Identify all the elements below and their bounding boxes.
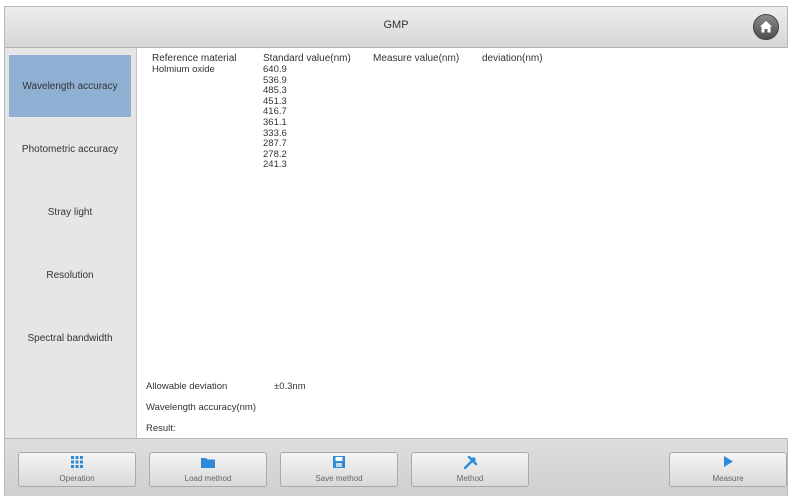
sidebar-item-resolution[interactable]: Resolution <box>9 244 131 306</box>
measure-button[interactable]: Measure <box>669 452 787 487</box>
home-icon <box>760 21 772 33</box>
standard-value-cell: 361.1 <box>263 117 287 128</box>
save-method-button-label: Save method <box>315 474 363 483</box>
wavelength-accuracy-label: Wavelength accuracy(nm) <box>146 402 256 413</box>
page-title: GMP <box>383 19 409 31</box>
allowable-deviation-value: ±0.3nm <box>274 381 306 392</box>
sidebar-item-label: Spectral bandwidth <box>27 332 113 344</box>
sidebar-item-wavelength-accuracy[interactable]: Wavelength accuracy <box>9 55 131 117</box>
sidebar-item-stray-light[interactable]: Stray light <box>9 181 131 243</box>
results-panel: Reference material Standard value(nm) Me… <box>136 48 788 438</box>
title-bar: GMP <box>5 7 787 48</box>
save-icon <box>281 456 397 471</box>
column-header-standard-value: Standard value(nm) <box>263 53 351 64</box>
load-method-button[interactable]: Load method <box>149 452 267 487</box>
column-header-reference-material: Reference material <box>152 53 237 64</box>
sidebar-item-label: Wavelength accuracy <box>22 80 118 92</box>
measure-button-label: Measure <box>712 474 744 483</box>
standard-value-cell: 640.9 <box>263 64 287 75</box>
sidebar-item-label: Stray light <box>47 206 93 218</box>
column-header-measure-value: Measure value(nm) <box>373 53 460 64</box>
sidebar: Wavelength accuracy Photometric accuracy… <box>5 48 135 438</box>
tools-icon <box>412 455 528 472</box>
method-button[interactable]: Method <box>411 452 529 487</box>
method-button-label: Method <box>456 474 484 483</box>
reference-material-value: Holmium oxide <box>152 64 215 75</box>
operation-button-label: Operation <box>59 474 95 483</box>
allowable-deviation-label: Allowable deviation <box>146 381 228 392</box>
bottom-toolbar: Operation Load method Save method Method… <box>5 438 787 496</box>
play-icon <box>670 456 786 470</box>
load-method-button-label: Load method <box>184 474 232 483</box>
standard-value-cell: 241.3 <box>263 159 287 171</box>
sidebar-item-label: Photometric accuracy <box>21 143 119 155</box>
home-button[interactable] <box>753 14 779 40</box>
folder-icon <box>150 456 266 471</box>
sidebar-item-spectral-bandwidth[interactable]: Spectral bandwidth <box>9 307 131 369</box>
sidebar-item-photometric-accuracy[interactable]: Photometric accuracy <box>9 118 131 180</box>
save-method-button[interactable]: Save method <box>280 452 398 487</box>
grid-icon <box>19 456 135 471</box>
sidebar-item-label: Resolution <box>46 269 94 281</box>
result-label: Result: <box>146 423 176 434</box>
column-header-deviation: deviation(nm) <box>482 53 543 64</box>
app-window: GMP Wavelength accuracy Photometric accu… <box>4 6 788 496</box>
operation-button[interactable]: Operation <box>18 452 136 487</box>
